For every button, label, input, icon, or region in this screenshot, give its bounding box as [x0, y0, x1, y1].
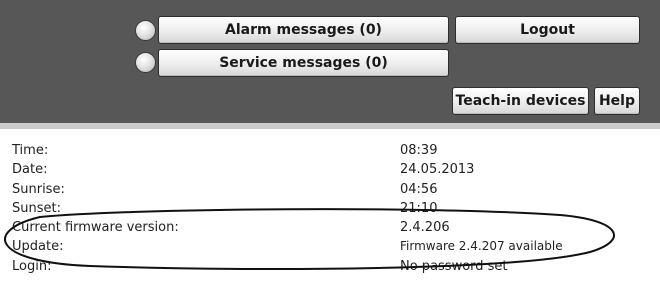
alarm-status-light — [135, 20, 156, 41]
divider-bar — [0, 123, 660, 129]
date-label: Date: — [12, 162, 48, 178]
teach-in-devices-button[interactable]: Teach-in devices — [452, 87, 589, 115]
top-toolbar: Alarm messages (0) Logout Service messag… — [0, 0, 660, 123]
service-messages-button[interactable]: Service messages (0) — [158, 49, 449, 77]
info-row-date: Date: 24.05.2013 — [0, 160, 660, 179]
service-status-light — [135, 52, 156, 73]
alarm-messages-button[interactable]: Alarm messages (0) — [158, 16, 449, 44]
help-button[interactable]: Help — [594, 87, 640, 115]
highlight-ellipse — [4, 208, 615, 271]
info-row-sunrise: Sunrise: 04:56 — [0, 180, 660, 199]
date-value: 24.05.2013 — [400, 162, 475, 178]
sunrise-label: Sunrise: — [12, 181, 65, 197]
time-label: Time: — [12, 143, 49, 158]
sunrise-value: 04:56 — [400, 181, 438, 197]
info-row-time: Time: 08:39 — [0, 141, 660, 160]
time-value: 08:39 — [400, 143, 438, 158]
logout-button[interactable]: Logout — [455, 16, 640, 44]
